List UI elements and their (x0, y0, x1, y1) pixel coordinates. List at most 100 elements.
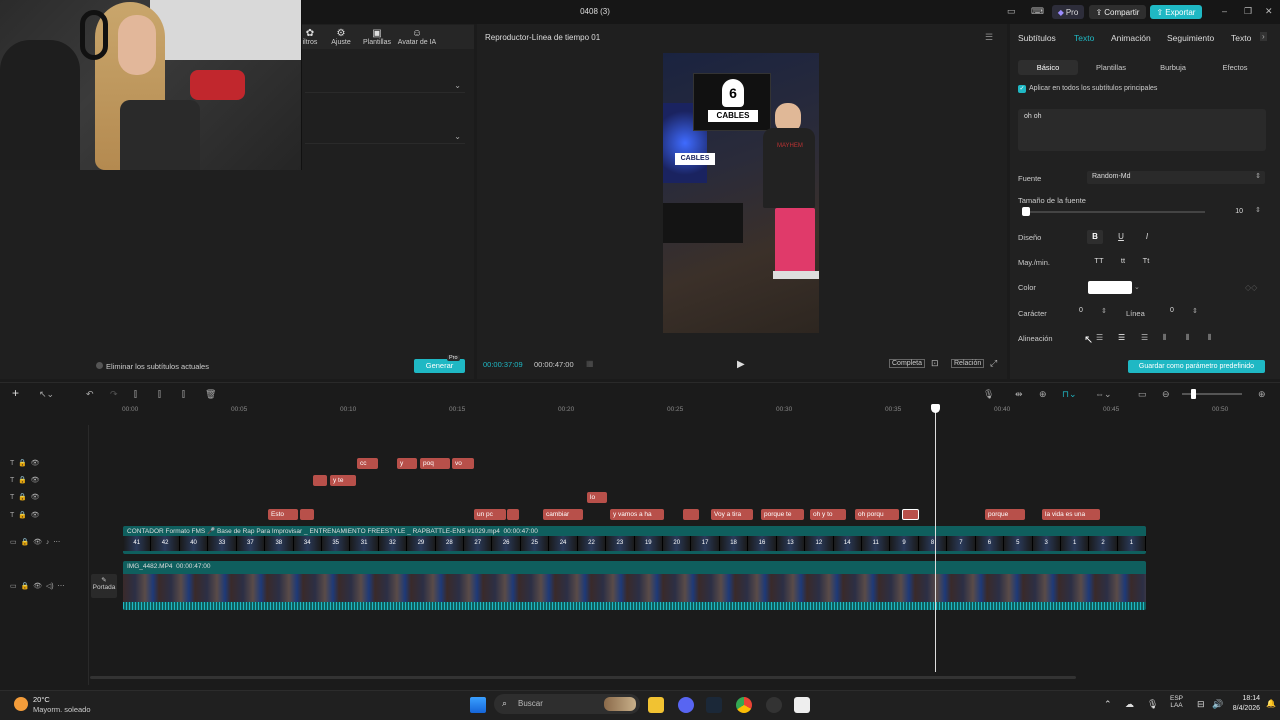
chevron-down-icon[interactable]: ⌄ (1134, 283, 1140, 291)
underline-button[interactable]: U (1113, 230, 1129, 244)
obs-icon[interactable] (766, 697, 782, 713)
tab-subtitles[interactable]: Subtítulos (1018, 33, 1056, 43)
preview-axis-icon[interactable]: ⇔⌄ (1095, 389, 1112, 400)
tab-animation[interactable]: Animación (1111, 33, 1151, 43)
eye-icon[interactable]: 👁 (31, 477, 40, 484)
cover-button[interactable]: ✎ Portada (91, 574, 117, 598)
eye-icon[interactable]: 👁 (31, 494, 40, 501)
notification-icon[interactable]: 🔔 (1266, 699, 1276, 708)
windows-start-icon[interactable] (470, 697, 486, 713)
timeline-scrollbar[interactable] (90, 676, 1076, 679)
align-top-icon[interactable]: ⫴ (1163, 333, 1166, 343)
eye-icon[interactable]: 👁 (33, 583, 42, 590)
onedrive-icon[interactable]: ☁ (1125, 699, 1134, 710)
lock-icon[interactable]: 🔒 (18, 460, 27, 467)
ratio-button[interactable]: Relación (951, 359, 985, 368)
select-tool-icon[interactable]: ↖⌄ (39, 389, 54, 400)
minimize-icon[interactable]: – (1222, 6, 1227, 16)
subtitle-clip[interactable] (507, 509, 519, 520)
more-icon[interactable]: ⋯ (58, 583, 65, 590)
lock-icon[interactable]: 🔒 (18, 477, 27, 484)
main-video-clip[interactable]: IMG_4482.MP4 00:00:47:00 (123, 561, 1146, 610)
play-icon[interactable]: ▶ (737, 359, 745, 370)
stepper-icon[interactable]: ⇕ (1255, 206, 1261, 214)
audio-icon[interactable]: ◁) (46, 583, 54, 590)
subtab-basic[interactable]: Básico (1018, 63, 1078, 72)
subtab-effects[interactable]: Efectos (1210, 63, 1260, 72)
lock-icon[interactable]: 🔒 (21, 539, 30, 546)
delete-icon[interactable]: 🗑 (205, 389, 216, 400)
taskbar-search[interactable]: ⌕ Buscar (494, 694, 640, 714)
stepper-icon[interactable]: ⇕ (1101, 307, 1107, 315)
playhead-handle[interactable] (931, 404, 940, 413)
tool-adjust[interactable]: ⚙ Ajuste (329, 28, 353, 46)
track-controls-5[interactable]: ▭ 🔒 👁 ♪ ⋯ (10, 538, 60, 546)
subtitle-clip[interactable]: Voy a tira (711, 509, 753, 520)
capcut-icon[interactable] (794, 697, 810, 713)
subtitle-clip[interactable]: Esto (268, 509, 298, 520)
track-controls-3[interactable]: T 🔒 👁 (10, 493, 40, 501)
align-bottom-icon[interactable]: ⫴ (1208, 333, 1211, 343)
titlecase-button[interactable]: Tt (1137, 256, 1155, 265)
apply-all-checkbox[interactable]: ✓ (1018, 85, 1026, 93)
lock-icon[interactable]: 🔒 (18, 494, 27, 501)
add-track-icon[interactable]: + (12, 386, 19, 400)
snap-icon[interactable]: ⊕ (1039, 389, 1047, 400)
share-button[interactable]: ⇪ Compartir (1089, 5, 1146, 19)
steam-icon[interactable] (706, 697, 722, 713)
zoom-out-icon[interactable]: ⊖ (1162, 389, 1170, 400)
color-swatch[interactable] (1088, 281, 1132, 294)
tool-ai-avatar[interactable]: ☺ Avatar de IA (396, 28, 438, 46)
mic-icon[interactable]: 🎙 (983, 389, 994, 400)
bold-button[interactable]: B (1087, 230, 1103, 244)
link-icon[interactable]: ⇹ (1015, 389, 1023, 400)
track-controls-2[interactable]: T 🔒 👁 (10, 476, 40, 484)
tool-filters[interactable]: ✿ iltros (299, 28, 321, 46)
subtitle-clip[interactable]: y vamos a ha (610, 509, 664, 520)
subtitle-clip[interactable]: oh porqu (855, 509, 899, 520)
undo-icon[interactable]: ↶ (86, 389, 94, 400)
subtab-templates[interactable]: Plantillas (1086, 63, 1136, 72)
zoom-in-icon[interactable]: ⊕ (1258, 389, 1266, 400)
subtitle-clip[interactable] (683, 509, 699, 520)
weather-icon[interactable] (14, 697, 28, 711)
font-select[interactable]: Random-Md ⇕ (1087, 171, 1265, 184)
italic-button[interactable]: I (1139, 230, 1155, 244)
subtitle-clip[interactable]: y te (330, 475, 356, 486)
fullscreen-icon[interactable]: ⤢ (990, 358, 997, 369)
subtitle-clip[interactable]: poq (420, 458, 450, 469)
font-size-slider-thumb[interactable] (1021, 207, 1030, 216)
chrome-icon[interactable] (736, 697, 752, 713)
tab-tracking[interactable]: Seguimiento (1167, 33, 1214, 43)
remove-subtitles-toggle[interactable] (96, 362, 103, 369)
subtitle-clip-selected[interactable] (902, 509, 919, 520)
maximize-icon[interactable]: ❐ (1244, 6, 1252, 17)
pro-button[interactable]: ◆ Pro (1052, 5, 1084, 19)
layout-icon[interactable]: ▭ (1007, 6, 1016, 17)
generate-button[interactable]: Generar (414, 359, 465, 373)
playhead[interactable] (935, 404, 936, 672)
lowercase-button[interactable]: tt (1114, 256, 1132, 265)
subtitle-clip[interactable]: y (397, 458, 417, 469)
split-icon[interactable]: ⫿ (134, 389, 137, 400)
more-icon[interactable]: ⋯ (53, 539, 60, 546)
stepper-icon[interactable]: ⇕ (1192, 307, 1198, 315)
subtitle-clip[interactable]: vo (452, 458, 474, 469)
tool-templates[interactable]: ▣ Plantillas (360, 28, 394, 46)
split-right-icon[interactable]: ⫿ (182, 389, 185, 400)
track-controls-4[interactable]: T 🔒 👁 (10, 511, 40, 519)
subtitle-clip[interactable]: porque (985, 509, 1025, 520)
shortcuts-icon[interactable]: ⌨ (1031, 6, 1044, 17)
chevron-up-icon[interactable]: ⌃ (1104, 699, 1112, 710)
language-indicator[interactable]: ESP LAA (1170, 695, 1183, 709)
align-right-icon[interactable]: ☰ (1141, 333, 1148, 342)
dropdown-2[interactable]: ⌄ (305, 130, 465, 144)
network-icon[interactable]: ⊟ (1197, 699, 1205, 710)
subtitle-clip[interactable] (300, 509, 314, 520)
font-size-value[interactable]: 10 (1215, 206, 1247, 218)
caption-icon[interactable]: ▭ (1138, 389, 1147, 400)
align-middle-icon[interactable]: ⫴ (1186, 333, 1189, 343)
track-controls-6[interactable]: ▭ 🔒 👁 ◁) ⋯ (10, 582, 65, 590)
volume-icon[interactable]: 🔊 (1212, 699, 1223, 710)
subtitle-clip[interactable]: cc (357, 458, 378, 469)
